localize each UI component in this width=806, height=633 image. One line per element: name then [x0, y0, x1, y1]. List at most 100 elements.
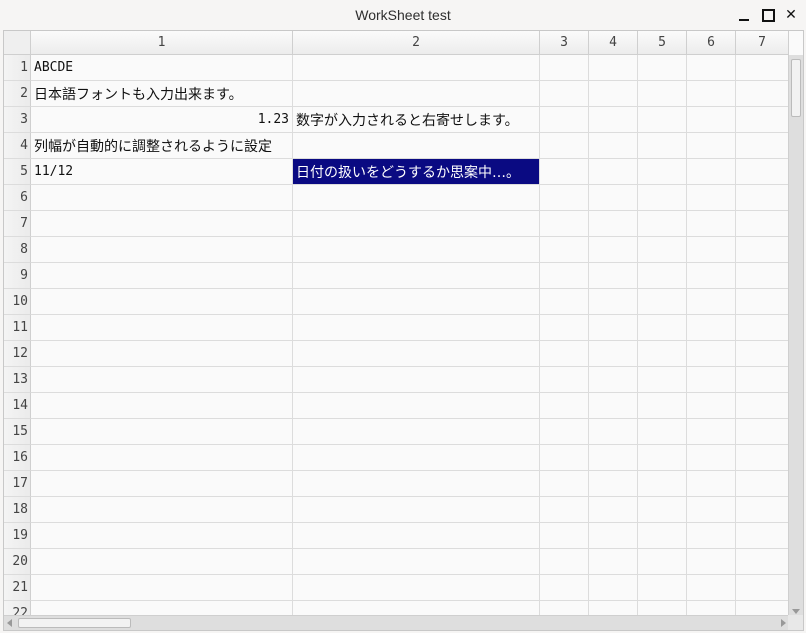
- cell-6-3[interactable]: [540, 185, 589, 211]
- cell-9-5[interactable]: [638, 263, 687, 289]
- cell-5-7[interactable]: [736, 159, 789, 185]
- cell-2-3[interactable]: [540, 81, 589, 107]
- cell-1-3[interactable]: [540, 55, 589, 81]
- cell-7-3[interactable]: [540, 211, 589, 237]
- row-header-6[interactable]: 6: [4, 185, 31, 211]
- cell-3-5[interactable]: [638, 107, 687, 133]
- row-header-19[interactable]: 19: [4, 523, 31, 549]
- cell-19-6[interactable]: [687, 523, 736, 549]
- cell-3-4[interactable]: [589, 107, 638, 133]
- cell-5-6[interactable]: [687, 159, 736, 185]
- minimize-button[interactable]: [735, 6, 753, 24]
- row-header-12[interactable]: 12: [4, 341, 31, 367]
- cell-16-2[interactable]: [293, 445, 540, 471]
- cell-21-2[interactable]: [293, 575, 540, 601]
- cell-5-1[interactable]: 11/12: [31, 159, 293, 185]
- cell-12-7[interactable]: [736, 341, 789, 367]
- column-header-6[interactable]: 6: [687, 31, 736, 55]
- cell-3-1[interactable]: 1.23: [31, 107, 293, 133]
- cell-7-4[interactable]: [589, 211, 638, 237]
- cell-15-2[interactable]: [293, 419, 540, 445]
- cell-6-6[interactable]: [687, 185, 736, 211]
- cell-8-3[interactable]: [540, 237, 589, 263]
- scroll-left-arrow-icon[interactable]: [7, 619, 12, 627]
- cell-14-5[interactable]: [638, 393, 687, 419]
- cell-7-6[interactable]: [687, 211, 736, 237]
- cell-21-1[interactable]: [31, 575, 293, 601]
- cell-12-1[interactable]: [31, 341, 293, 367]
- cell-4-4[interactable]: [589, 133, 638, 159]
- row-header-8[interactable]: 8: [4, 237, 31, 263]
- row-header-10[interactable]: 10: [4, 289, 31, 315]
- cell-4-5[interactable]: [638, 133, 687, 159]
- cell-6-5[interactable]: [638, 185, 687, 211]
- row-header-2[interactable]: 2: [4, 81, 31, 107]
- cell-1-6[interactable]: [687, 55, 736, 81]
- cell-9-4[interactable]: [589, 263, 638, 289]
- cell-11-1[interactable]: [31, 315, 293, 341]
- cell-20-1[interactable]: [31, 549, 293, 575]
- cell-4-2[interactable]: [293, 133, 540, 159]
- cell-6-1[interactable]: [31, 185, 293, 211]
- scroll-down-arrow-icon[interactable]: [792, 609, 800, 614]
- scroll-right-arrow-icon[interactable]: [781, 619, 786, 627]
- cell-13-1[interactable]: [31, 367, 293, 393]
- cell-20-2[interactable]: [293, 549, 540, 575]
- cell-13-5[interactable]: [638, 367, 687, 393]
- selected-cell[interactable]: 日付の扱いをどうするか思案中…。: [293, 159, 540, 185]
- cell-8-5[interactable]: [638, 237, 687, 263]
- row-header-11[interactable]: 11: [4, 315, 31, 341]
- cell-20-5[interactable]: [638, 549, 687, 575]
- row-header-14[interactable]: 14: [4, 393, 31, 419]
- cell-7-1[interactable]: [31, 211, 293, 237]
- cell-13-7[interactable]: [736, 367, 789, 393]
- cell-8-7[interactable]: [736, 237, 789, 263]
- cell-10-6[interactable]: [687, 289, 736, 315]
- cell-10-1[interactable]: [31, 289, 293, 315]
- cell-17-6[interactable]: [687, 471, 736, 497]
- cell-17-4[interactable]: [589, 471, 638, 497]
- cell-13-6[interactable]: [687, 367, 736, 393]
- cell-20-4[interactable]: [589, 549, 638, 575]
- cell-8-6[interactable]: [687, 237, 736, 263]
- cell-11-4[interactable]: [589, 315, 638, 341]
- cell-15-4[interactable]: [589, 419, 638, 445]
- cell-12-5[interactable]: [638, 341, 687, 367]
- cell-13-2[interactable]: [293, 367, 540, 393]
- row-header-9[interactable]: 9: [4, 263, 31, 289]
- cell-14-2[interactable]: [293, 393, 540, 419]
- cell-2-2[interactable]: [293, 81, 540, 107]
- cell-17-3[interactable]: [540, 471, 589, 497]
- cell-12-2[interactable]: [293, 341, 540, 367]
- cell-17-7[interactable]: [736, 471, 789, 497]
- row-header-7[interactable]: 7: [4, 211, 31, 237]
- cell-11-2[interactable]: [293, 315, 540, 341]
- row-header-21[interactable]: 21: [4, 575, 31, 601]
- cell-4-6[interactable]: [687, 133, 736, 159]
- vertical-scroll-thumb[interactable]: [791, 59, 801, 117]
- cell-16-6[interactable]: [687, 445, 736, 471]
- cell-4-1[interactable]: 列幅が自動的に調整されるように設定: [31, 133, 293, 159]
- cell-2-5[interactable]: [638, 81, 687, 107]
- cell-18-3[interactable]: [540, 497, 589, 523]
- cell-10-4[interactable]: [589, 289, 638, 315]
- cell-9-3[interactable]: [540, 263, 589, 289]
- cell-16-4[interactable]: [589, 445, 638, 471]
- cell-20-3[interactable]: [540, 549, 589, 575]
- cell-1-7[interactable]: [736, 55, 789, 81]
- cell-4-7[interactable]: [736, 133, 789, 159]
- horizontal-scrollbar[interactable]: [4, 615, 789, 630]
- row-header-3[interactable]: 3: [4, 107, 31, 133]
- row-header-18[interactable]: 18: [4, 497, 31, 523]
- maximize-button[interactable]: [759, 6, 777, 24]
- column-header-3[interactable]: 3: [540, 31, 589, 55]
- cell-7-7[interactable]: [736, 211, 789, 237]
- cell-9-1[interactable]: [31, 263, 293, 289]
- cell-10-5[interactable]: [638, 289, 687, 315]
- cell-19-3[interactable]: [540, 523, 589, 549]
- cell-21-3[interactable]: [540, 575, 589, 601]
- row-header-1[interactable]: 1: [4, 55, 31, 81]
- cell-11-6[interactable]: [687, 315, 736, 341]
- cell-21-6[interactable]: [687, 575, 736, 601]
- column-header-4[interactable]: 4: [589, 31, 638, 55]
